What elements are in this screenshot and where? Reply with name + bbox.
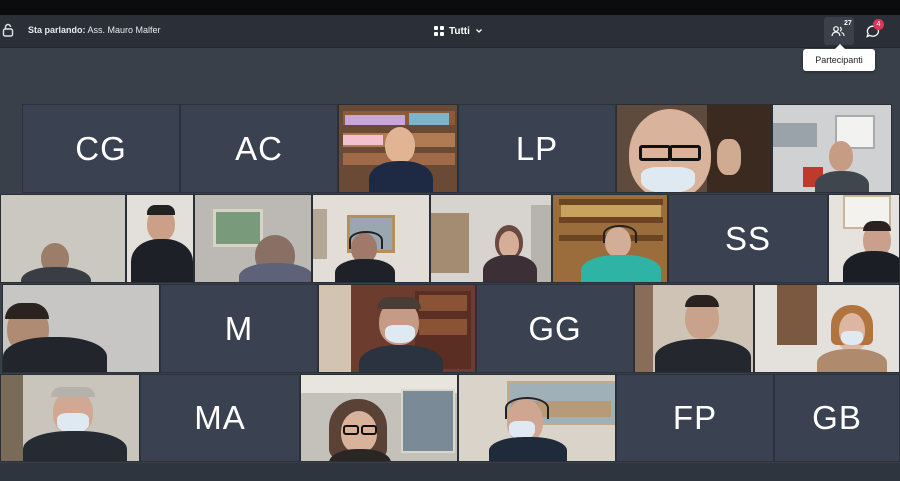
participants-count: 27 — [844, 20, 852, 27]
participant-initials: CG — [75, 129, 127, 167]
participant-initials: GG — [528, 309, 582, 347]
participant-initials: FP — [672, 399, 718, 436]
participant-video-tile[interactable] — [772, 104, 892, 193]
meeting-toolbar: Sta parlando: Ass. Mauro Malfer Tutti 27… — [0, 15, 900, 48]
participant-video-tile[interactable] — [430, 194, 552, 283]
participant-video-tile[interactable] — [616, 104, 772, 193]
speaking-label: Sta parlando: — [28, 25, 86, 35]
participant-video-tile[interactable] — [312, 194, 430, 283]
participant-video-tile[interactable] — [318, 284, 476, 373]
participant-tile-ma[interactable]: MA — [140, 374, 300, 462]
participant-video-tile[interactable] — [300, 374, 458, 462]
participant-video-tile[interactable] — [338, 104, 458, 193]
chevron-down-icon — [475, 29, 482, 33]
view-layout-dropdown[interactable]: Tutti — [434, 23, 483, 39]
participant-tile-cg[interactable]: CG — [22, 104, 180, 193]
participant-initials: M — [224, 309, 254, 347]
lock-icon[interactable] — [2, 23, 14, 37]
participant-tile-gb[interactable]: GB — [774, 374, 900, 462]
view-label: Tutti — [449, 25, 470, 37]
participant-tile-ac[interactable]: AC — [180, 104, 338, 193]
window-top-strip — [0, 0, 900, 15]
participant-video-tile[interactable] — [2, 284, 160, 373]
participant-initials: GB — [812, 399, 862, 436]
participant-tile-fp[interactable]: FP — [616, 374, 774, 462]
participant-video-tile[interactable] — [458, 374, 616, 462]
participant-video-tile[interactable] — [552, 194, 668, 283]
participants-button[interactable]: 27 — [824, 17, 854, 45]
participant-tile-ss[interactable]: SS — [668, 194, 828, 283]
participant-initials: SS — [724, 219, 772, 257]
participant-video-tile[interactable] — [0, 374, 140, 462]
bottom-bar — [0, 463, 900, 481]
chat-unread-badge: 4 — [873, 19, 884, 30]
participant-tile-m[interactable]: M — [160, 284, 318, 373]
participant-video-tile[interactable] — [754, 284, 900, 373]
participant-video-tile[interactable] — [634, 284, 754, 373]
active-speaker-indicator: Sta parlando: Ass. Mauro Malfer — [28, 25, 161, 35]
video-grid: CG AC LP SS M GG MA FP GB — [0, 48, 900, 481]
participant-video-tile[interactable] — [126, 194, 194, 283]
people-icon — [831, 26, 845, 37]
speaking-name: Ass. Mauro Malfer — [87, 25, 161, 35]
participant-tile-lp[interactable]: LP — [458, 104, 616, 193]
grid-icon — [434, 26, 444, 36]
participant-video-tile[interactable] — [828, 194, 900, 283]
chat-button[interactable]: 4 — [862, 19, 886, 43]
participant-initials: MA — [194, 399, 246, 436]
participant-video-tile[interactable] — [194, 194, 312, 283]
participant-initials: LP — [515, 129, 559, 167]
participant-video-tile[interactable] — [0, 194, 126, 283]
participant-initials: AC — [235, 129, 283, 167]
participant-tile-gg[interactable]: GG — [476, 284, 634, 373]
